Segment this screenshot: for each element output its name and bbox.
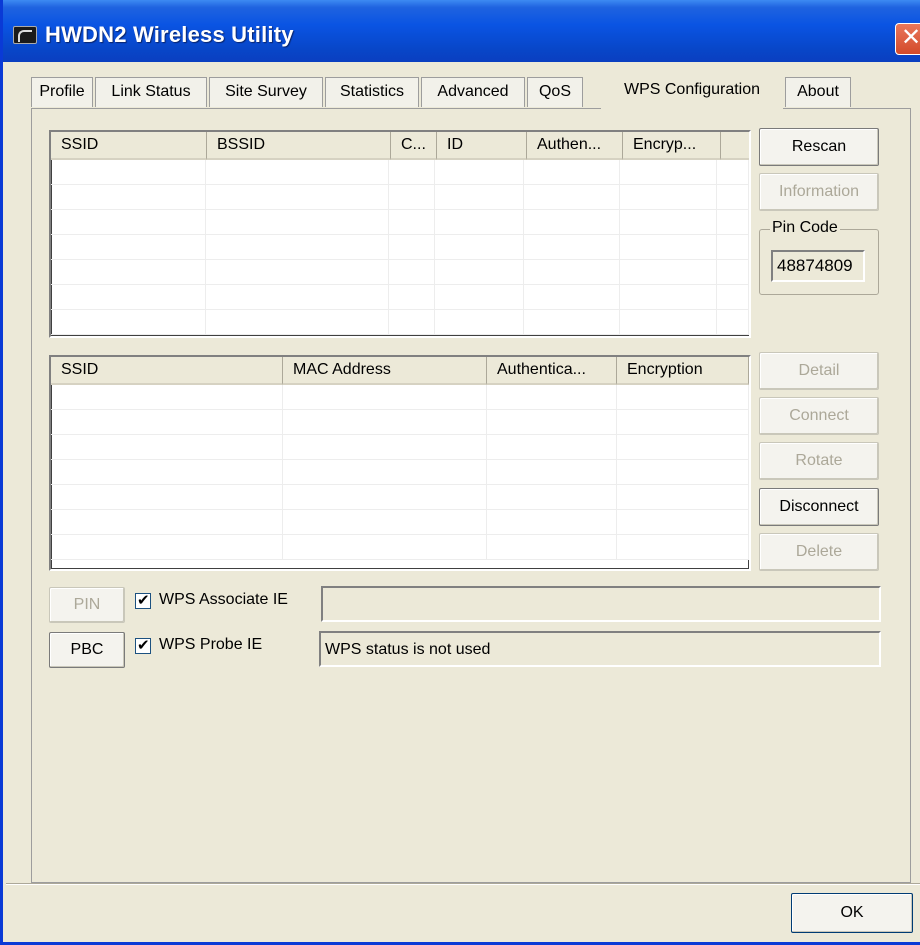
tab-qos[interactable]: QoS [527,77,583,107]
tab-advanced[interactable]: Advanced [421,77,525,107]
list-item[interactable] [51,260,749,285]
disconnect-button[interactable]: Disconnect [759,488,879,526]
list-item[interactable] [51,410,749,435]
wps-probe-ie-checkbox[interactable] [135,636,151,654]
list-item[interactable] [51,435,749,460]
list-item[interactable] [51,510,749,535]
tab-about[interactable]: About [785,77,851,107]
tab-statistics[interactable]: Statistics [325,77,419,107]
pbc-button[interactable]: PBC [49,632,125,668]
rotate-button[interactable]: Rotate [759,442,879,480]
column-header-extra[interactable] [721,132,749,160]
wps-associate-ie-label: WPS Associate IE [159,591,288,608]
list-item[interactable] [51,535,749,560]
ap-list-header: SSID BSSID C... ID Authen... Encryp... [51,132,749,160]
ap-list-rows [51,160,749,336]
list-item[interactable] [51,210,749,235]
close-button[interactable]: ✕ [895,23,920,55]
pin-code-label: Pin Code [770,219,840,237]
column-header-encryption[interactable]: Encryp... [623,132,721,160]
tab-site-survey[interactable]: Site Survey [209,77,323,107]
column-header-id[interactable]: ID [437,132,527,160]
wps-associate-ie-checkbox[interactable] [135,591,151,609]
profile-list-header: SSID MAC Address Authentica... Encryptio… [51,357,749,385]
delete-button[interactable]: Delete [759,533,879,571]
list-item[interactable] [51,235,749,260]
wireless-utility-icon [13,26,37,44]
list-item[interactable] [51,285,749,310]
profile-list-rows [51,385,749,569]
wps-status-field: WPS status is not used [319,631,881,667]
column-header-channel[interactable]: C... [391,132,437,160]
column-header-authentication[interactable]: Authen... [527,132,623,160]
pin-code-value: 48874809 [771,250,865,282]
column-header-ssid[interactable]: SSID [51,132,207,160]
wps-probe-ie-label: WPS Probe IE [159,636,263,653]
wps-associate-ie-field [321,586,881,622]
tab-profile[interactable]: Profile [31,77,93,107]
tab-wps-configuration[interactable]: WPS Configuration [601,73,783,109]
column-header-encryption[interactable]: Encryption [617,357,749,385]
pin-button[interactable]: PIN [49,587,125,623]
window-title: HWDN2 Wireless Utility [45,22,294,47]
title-bar[interactable]: HWDN2 Wireless Utility ✕ [3,0,920,62]
wps-ap-list[interactable]: SSID BSSID C... ID Authen... Encryp... [49,130,751,338]
list-item[interactable] [51,185,749,210]
list-item[interactable] [51,160,749,185]
close-icon: ✕ [900,24,920,51]
ok-button[interactable]: OK [791,893,913,933]
tab-link-status[interactable]: Link Status [95,77,207,107]
column-header-bssid[interactable]: BSSID [207,132,391,160]
information-button[interactable]: Information [759,173,879,211]
column-header-mac-address[interactable]: MAC Address [283,357,487,385]
list-item[interactable] [51,460,749,485]
detail-button[interactable]: Detail [759,352,879,390]
list-item[interactable] [51,485,749,510]
divider [6,883,920,885]
list-item[interactable] [51,385,749,410]
app-window: HWDN2 Wireless Utility ✕ Profile Link St… [0,0,920,945]
list-item[interactable] [51,310,749,335]
column-header-authentication[interactable]: Authentica... [487,357,617,385]
connect-button[interactable]: Connect [759,397,879,435]
rescan-button[interactable]: Rescan [759,128,879,166]
column-header-ssid[interactable]: SSID [51,357,283,385]
wps-profile-list[interactable]: SSID MAC Address Authentica... Encryptio… [49,355,751,571]
